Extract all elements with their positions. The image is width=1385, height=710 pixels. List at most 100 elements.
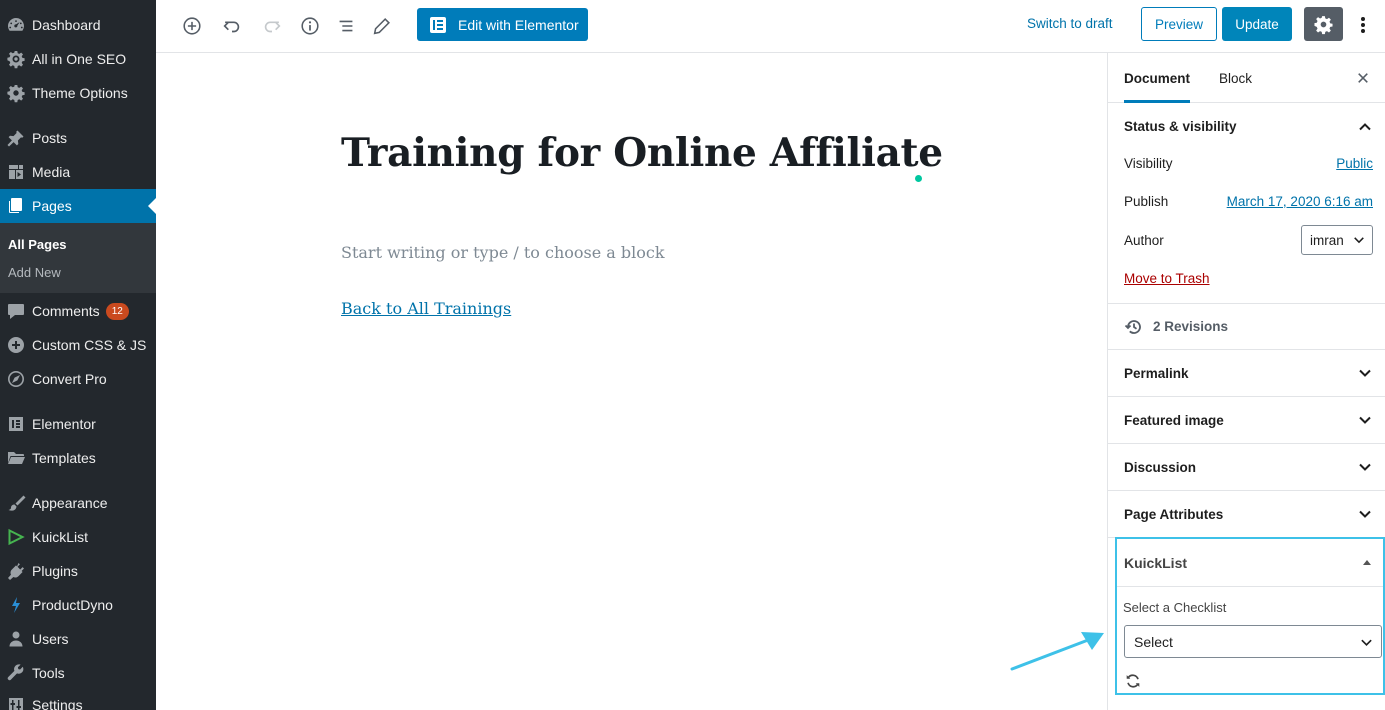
menu-label: Tools [32, 665, 65, 681]
discussion-panel-toggle[interactable]: Discussion [1108, 444, 1385, 491]
comments-count-badge: 12 [105, 302, 129, 320]
author-label: Author [1124, 233, 1164, 248]
menu-label: Convert Pro [32, 371, 107, 387]
edit-with-elementor-button[interactable]: Edit with Elementor [417, 8, 588, 41]
more-vertical-icon [1361, 17, 1365, 33]
chevron-down-icon [1353, 234, 1365, 246]
elementor-icon [430, 16, 446, 33]
block-navigation-button[interactable] [330, 10, 362, 42]
redo-icon [264, 21, 281, 33]
menu-label: Users [32, 631, 69, 647]
admin-menu: Dashboard All in One SEO Theme Options P… [0, 0, 156, 710]
menu-item-tools[interactable]: Tools [0, 656, 156, 690]
history-icon [1124, 319, 1141, 334]
block-editor-screen: Dashboard All in One SEO Theme Options P… [0, 0, 1385, 710]
section-title: Permalink [1124, 365, 1189, 381]
close-sidebar-button[interactable] [1354, 69, 1372, 87]
folder-icon [0, 448, 32, 468]
menu-label: KuickList [32, 529, 89, 545]
author-select-value: imran [1310, 232, 1344, 248]
submenu-all-pages[interactable]: All Pages [8, 237, 67, 252]
menu-item-users[interactable]: Users [0, 622, 156, 656]
switch-to-draft-button[interactable]: Switch to draft [1027, 16, 1113, 31]
menu-item-convert-pro[interactable]: Convert Pro [0, 362, 156, 396]
menu-item-kuicklist[interactable]: KuickList [0, 520, 156, 554]
menu-label: Media [32, 164, 71, 180]
menu-item-elementor[interactable]: Elementor [0, 407, 156, 441]
chevron-down-icon [1358, 507, 1372, 521]
menu-item-theme-options[interactable]: Theme Options [0, 76, 156, 110]
pages-icon [0, 196, 32, 216]
menu-item-templates[interactable]: Templates [0, 441, 156, 475]
menu-item-posts[interactable]: Posts [0, 121, 156, 155]
publish-label: Publish [1124, 194, 1169, 209]
info-icon [301, 17, 319, 35]
tab-document[interactable]: Document [1124, 53, 1191, 103]
submenu-add-new[interactable]: Add New [8, 265, 61, 280]
kuicklist-metabox-header[interactable]: KuickList [1117, 539, 1383, 587]
redo-button[interactable] [256, 10, 288, 42]
gear-icon [0, 83, 32, 103]
menu-item-productdyno[interactable]: ProductDyno [0, 588, 156, 622]
section-title: Discussion [1124, 459, 1197, 475]
seo-gear-icon [0, 49, 32, 69]
add-block-button[interactable] [176, 10, 208, 42]
kuicklist-title: KuickList [1124, 554, 1188, 571]
edit-mode-button[interactable] [366, 10, 398, 42]
permalink-panel-toggle[interactable]: Permalink [1108, 350, 1385, 397]
section-title: Featured image [1124, 412, 1224, 428]
featured-image-panel-toggle[interactable]: Featured image [1108, 397, 1385, 444]
back-to-trainings-link[interactable]: Back to All Trainings [341, 299, 511, 318]
publish-date-link[interactable]: March 17, 2020 6:16 am [1227, 194, 1373, 209]
settings-toggle-button[interactable] [1304, 7, 1343, 41]
checklist-select-label: Select a Checklist [1123, 600, 1227, 615]
move-to-trash-link[interactable]: Move to Trash [1124, 271, 1210, 286]
menu-item-media[interactable]: Media [0, 155, 156, 189]
undo-button[interactable] [216, 10, 248, 42]
status-visibility-header[interactable]: Status & visibility [1108, 103, 1385, 150]
content-info-button[interactable] [294, 10, 326, 42]
menu-item-comments[interactable]: Comments 12 [0, 294, 156, 328]
menu-item-dashboard[interactable]: Dashboard [0, 8, 156, 42]
page-attributes-panel-toggle[interactable]: Page Attributes [1108, 491, 1385, 538]
author-select[interactable]: imran [1301, 225, 1373, 255]
elementor-icon [0, 414, 32, 434]
close-icon [1358, 73, 1368, 83]
menu-item-custom-css-js[interactable]: Custom CSS & JS [0, 328, 156, 362]
pushpin-icon [0, 128, 32, 148]
more-options-button[interactable] [1353, 10, 1373, 40]
menu-item-settings[interactable]: Settings [0, 688, 156, 710]
block-appender-placeholder[interactable]: Start writing or type / to choose a bloc… [341, 243, 665, 262]
menu-item-appearance[interactable]: Appearance [0, 486, 156, 520]
update-button[interactable]: Update [1222, 7, 1292, 41]
chevron-up-icon [1358, 120, 1372, 134]
settings-sliders-icon [0, 695, 32, 710]
section-title: Status & visibility [1124, 119, 1237, 134]
preview-button[interactable]: Preview [1141, 7, 1217, 41]
settings-sidebar: Document Block Status & visibility Visib… [1107, 53, 1385, 710]
checklist-select[interactable]: Select [1124, 625, 1382, 658]
wrench-icon [0, 663, 32, 683]
collapse-triangle-icon [1363, 560, 1371, 565]
visibility-value-link[interactable]: Public [1336, 156, 1373, 171]
tab-block[interactable]: Block [1219, 53, 1252, 103]
chevron-down-icon [1358, 366, 1372, 380]
sidebar-tabs: Document Block [1108, 53, 1385, 103]
checklist-select-value: Select [1134, 633, 1173, 650]
revisions-link[interactable]: 2 Revisions [1108, 303, 1385, 350]
callout-arrow-icon [1010, 632, 1104, 671]
undo-icon [223, 21, 240, 33]
menu-item-all-in-one-seo[interactable]: All in One SEO [0, 42, 156, 76]
kuicklist-metabox: KuickList Select a Checklist Select [1115, 537, 1385, 695]
refresh-checklists-button[interactable] [1124, 672, 1142, 690]
comment-icon [0, 301, 32, 321]
collaboration-cursor-dot [915, 175, 922, 182]
menu-item-pages[interactable]: Pages [0, 189, 156, 223]
menu-label: ProductDyno [32, 597, 113, 613]
post-title[interactable]: Training for Online Affiliate [341, 130, 943, 176]
menu-item-plugins[interactable]: Plugins [0, 554, 156, 588]
list-outline-icon [339, 20, 353, 32]
elementor-button-label: Edit with Elementor [458, 16, 579, 33]
menu-label: Settings [32, 697, 83, 710]
user-icon [0, 629, 32, 649]
